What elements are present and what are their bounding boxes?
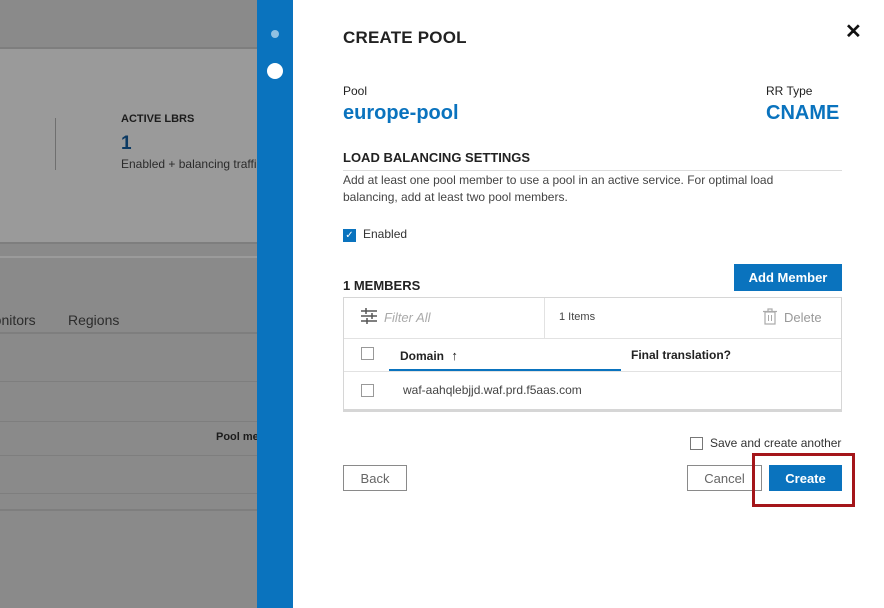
background-page: ACTIVE LBRS 1 Enabled + balancing traffi… bbox=[0, 0, 257, 608]
back-button[interactable]: Back bbox=[343, 465, 407, 491]
active-lbrs-value: 1 bbox=[121, 133, 132, 154]
column-header-final-translation[interactable]: Final translation? bbox=[631, 348, 731, 362]
save-and-create-another-checkbox[interactable] bbox=[690, 437, 703, 450]
sort-ascending-icon: ↑ bbox=[451, 348, 458, 363]
row-domain: waf-aahqlebjjd.waf.prd.f5aas.com bbox=[403, 383, 582, 397]
create-pool-modal: CREATE POOL ✕ Pool europe-pool RR Type C… bbox=[293, 0, 884, 608]
delete-button[interactable]: Delete bbox=[784, 310, 822, 325]
step-dot-active-icon bbox=[267, 63, 283, 79]
enabled-label: Enabled bbox=[363, 227, 408, 241]
members-title: 1 MEMBERS bbox=[343, 278, 421, 293]
toolbar-divider bbox=[544, 298, 545, 338]
background-divider bbox=[0, 509, 257, 511]
sliders-icon[interactable] bbox=[360, 307, 378, 325]
background-divider bbox=[0, 47, 257, 49]
members-table: 1 Items Delete Domain ↑ Final translatio… bbox=[343, 297, 842, 412]
background-divider bbox=[0, 242, 257, 244]
create-button-highlight bbox=[752, 453, 855, 507]
modal-title: CREATE POOL bbox=[343, 28, 467, 47]
items-count: 1 Items bbox=[559, 311, 596, 323]
background-divider bbox=[0, 256, 257, 258]
column-header-domain[interactable]: Domain ↑ bbox=[400, 348, 458, 363]
background-divider bbox=[0, 332, 257, 334]
lb-settings-description: Add at least one pool member to use a po… bbox=[343, 173, 774, 204]
background-divider bbox=[0, 381, 257, 382]
row-checkbox[interactable] bbox=[361, 384, 374, 397]
modal-side-strip bbox=[257, 0, 293, 608]
trash-icon bbox=[762, 308, 778, 325]
background-divider bbox=[0, 493, 257, 494]
row-separator bbox=[344, 338, 841, 339]
step-dot-icon bbox=[271, 30, 279, 38]
active-lbrs-subtext: Enabled + balancing traffic bbox=[121, 157, 257, 171]
column-pool-members: Pool members bbox=[216, 431, 257, 443]
lb-settings-title: LOAD BALANCING SETTINGS bbox=[343, 150, 531, 165]
save-and-create-another-label: Save and create another bbox=[710, 436, 842, 450]
tab-monitors[interactable]: Monitors bbox=[0, 312, 36, 328]
add-member-button[interactable]: Add Member bbox=[734, 264, 842, 291]
filter-input[interactable] bbox=[384, 310, 534, 325]
pool-label: Pool bbox=[343, 84, 368, 98]
pool-name: europe-pool bbox=[343, 102, 459, 124]
select-all-checkbox[interactable] bbox=[361, 347, 374, 360]
background-divider bbox=[0, 455, 257, 456]
active-lbrs-label: ACTIVE LBRS bbox=[121, 113, 195, 125]
section-divider bbox=[343, 170, 842, 171]
cancel-button[interactable]: Cancel bbox=[687, 465, 762, 491]
column-header-domain-label: Domain bbox=[400, 349, 445, 363]
enabled-checkbox[interactable]: ✓ bbox=[343, 229, 356, 242]
background-divider bbox=[0, 421, 257, 422]
rr-type-value: CNAME bbox=[766, 102, 840, 124]
background-vertical-divider bbox=[55, 118, 56, 170]
row-separator bbox=[344, 371, 841, 372]
row-separator bbox=[344, 409, 841, 411]
rr-type-label: RR Type bbox=[766, 84, 813, 98]
tab-regions[interactable]: Regions bbox=[68, 312, 119, 328]
close-icon[interactable]: ✕ bbox=[845, 22, 862, 42]
